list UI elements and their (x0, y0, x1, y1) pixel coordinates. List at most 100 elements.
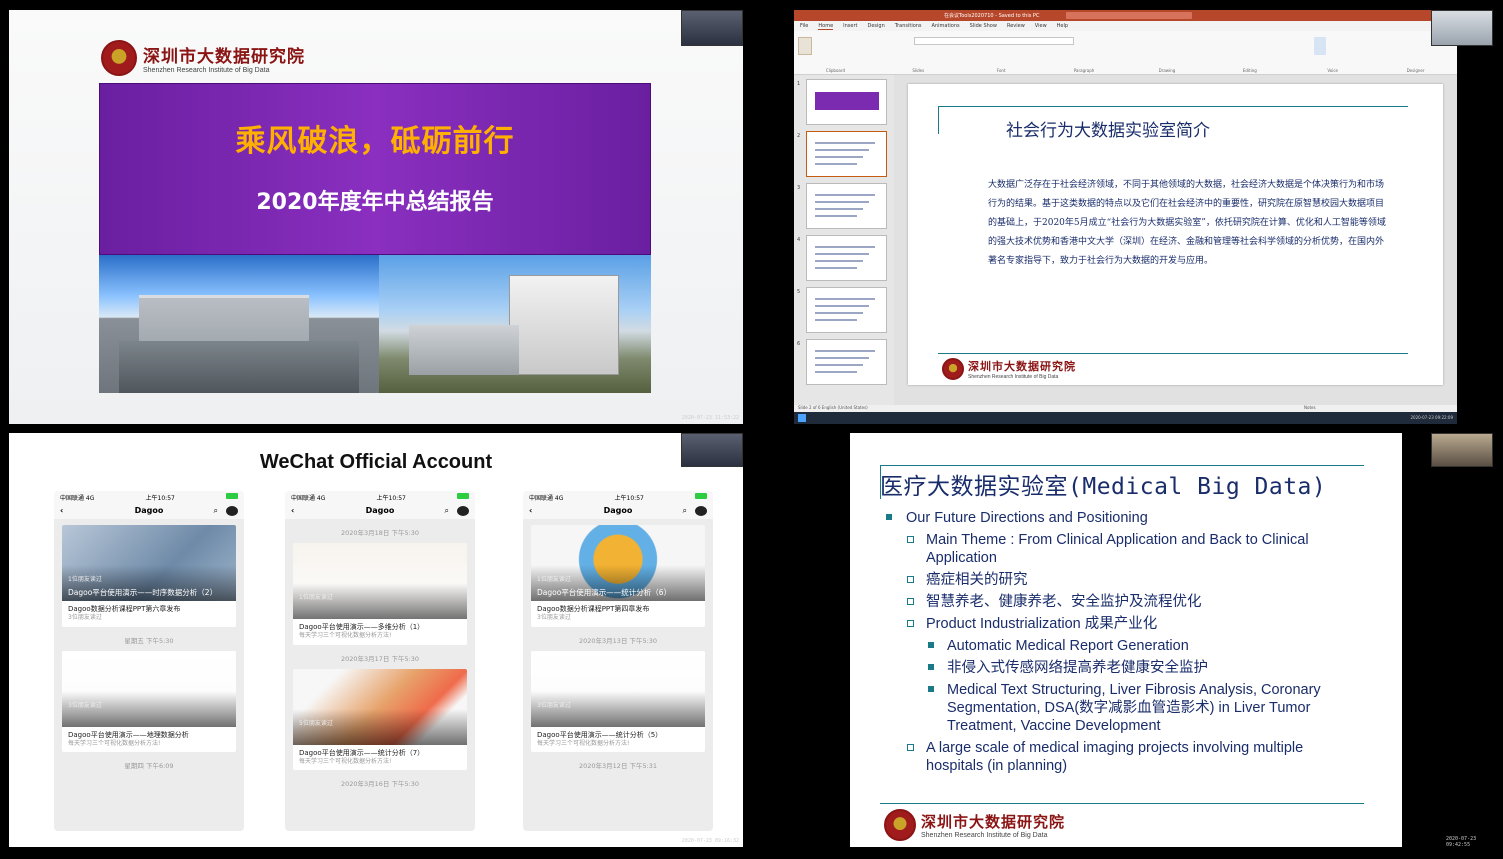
ppt-status-bar: Slide 2 of 6 English (United States) Not… (794, 405, 1457, 412)
timestamp: 2020-07-23 09:22:09 (1410, 415, 1453, 420)
bullet-text: A large scale of medical imaging project… (926, 740, 1304, 774)
ppt-menu-item[interactable]: Transitions (895, 23, 922, 29)
windows-start-icon[interactable] (798, 414, 806, 422)
shared-screen-wechat: WeChat Official Account 中国联通 4G 上午10:57 ‹ D… (9, 433, 743, 847)
current-slide[interactable]: 社会行为大数据实验室简介 大数据广泛存在于社会经济领域，不同于其他领域的大数据，… (908, 84, 1443, 385)
article-card[interactable]: 5位朋友读过 Dagoo平台使用演示——统计分析（7） 每天学习三个可视化数据分析方… (293, 668, 467, 771)
bullet-item: Product Industrialization 成果产业化 (884, 615, 1364, 633)
date-separator: 2020年3月17日 下午5:30 (340, 654, 420, 663)
slide-subtitle: 2020年度年中总结报告 (256, 190, 494, 215)
title-rule (880, 465, 1364, 466)
article-card[interactable]: 1位朋友读过 Dagoo平台使用演示——时序数据分析（2） Dagoo数据分析课程P… (62, 525, 236, 627)
speaker-video-thumbnail[interactable] (1431, 433, 1493, 467)
slide-number: 1 (797, 81, 801, 87)
slide-number: 2 (797, 133, 801, 139)
article-cover-chart: 5位朋友读过 (293, 668, 467, 745)
slide-thumbnail[interactable]: 1 (794, 79, 894, 127)
article-subtitle: 每天学习三个可视化数据分析方法! (299, 757, 392, 765)
slide-body-text: 大数据广泛存在于社会经济领域，不同于其他领域的大数据，社会经济大数据是个体决策行… (988, 180, 1386, 266)
notes-button[interactable]: Notes (1304, 405, 1316, 410)
timestamp: 2020-07-23 11:53:22 (681, 415, 739, 421)
phone-status-bar: 中国联通 4G 上午10:57 (54, 491, 244, 503)
presenter-video-thumbnail[interactable] (1431, 10, 1493, 46)
bullet-text: 智慧养老、健康养老、安全监护及流程优化 (926, 594, 1202, 610)
campus-photo-right (379, 255, 651, 393)
date-separator: 2020年3月16日 下午5:30 (340, 780, 420, 789)
article-card[interactable]: 1位朋友读过 Dagoo平台使用演示——统计分析（6） Dagoo数据分析课程PPT… (531, 525, 705, 627)
campus-photo-left (99, 255, 379, 393)
ribbon-group-labels: Clipboard Slides Font Paragraph Drawing Editi… (794, 68, 1457, 73)
logo-text-cn: 深圳市大数据研究院 (921, 813, 1066, 831)
slide-thumbnail[interactable]: 6 (794, 339, 894, 387)
article-card[interactable]: 1位朋友读过 Dagoo平台使用演示——多维分析（1） 每天学习三个可视化数据分析方… (293, 543, 467, 645)
article-caption: Dagoo平台使用演示——统计分析（6） (537, 588, 672, 597)
slide-editing-canvas: 社会行为大数据实验室简介 大数据广泛存在于社会经济领域，不同于其他领域的大数据，… (894, 75, 1457, 405)
bullet-text: Product Industrialization 成果产业化 (926, 616, 1158, 632)
bullet-item: Automatic Medical Report Generation (884, 637, 1364, 655)
slide-thumbnail-pane: 1 2 3 4 5 6 (794, 75, 894, 405)
date-separator: 2020年3月13日 下午5:30 (578, 636, 658, 645)
article-subtitle: 每天学习三个可视化数据分析方法! (68, 739, 161, 747)
clock-label: 上午10:57 (614, 495, 644, 502)
ppt-menu-item[interactable]: Animations (932, 23, 960, 29)
back-icon[interactable]: ‹ (529, 503, 532, 519)
ppt-ribbon: Clipboard Slides Font Paragraph Drawing Editi… (794, 31, 1457, 75)
article-cover-chart: 3位朋友读过 (62, 650, 236, 727)
back-icon[interactable]: ‹ (60, 503, 63, 519)
account-name: Dagoo (134, 506, 164, 515)
article-card[interactable]: 3位朋友读过 Dagoo平台使用演示——统计分析（5） 每天学习三个可视化数据分析方… (531, 650, 705, 753)
bullet-icon (907, 620, 914, 627)
profile-icon[interactable] (226, 506, 238, 516)
ppt-menu-item[interactable]: Home (818, 23, 834, 30)
article-cover-chart: 1位朋友读过 (293, 543, 467, 619)
search-icon[interactable]: ⌕ (683, 503, 687, 519)
ppt-titlebar: 在会议Tools2020710 - Saved to this PC (794, 10, 1457, 21)
article-subtitle: 每天学习三个可视化数据分析方法! (299, 632, 392, 640)
ppt-menu-item[interactable]: Slide Show (970, 23, 997, 29)
dictate-icon[interactable] (1314, 37, 1326, 55)
carrier-label: 中国联通 4G (60, 495, 95, 502)
ppt-menu-item[interactable]: Review (1007, 23, 1025, 29)
font-name-select[interactable] (914, 37, 1074, 45)
bullet-item: A large scale of medical imaging project… (884, 739, 1364, 775)
ppt-menu-item[interactable]: Insert (843, 23, 857, 29)
profile-icon[interactable] (457, 506, 469, 516)
bullet-text: 非侵入式传感网络提高养老健康安全监护 (947, 660, 1208, 676)
ribbon-group-label: Drawing (1158, 68, 1176, 73)
carrier-label: 中国联通 4G (291, 495, 326, 502)
ribbon-group-label: Editing (1242, 68, 1257, 73)
search-icon[interactable]: ⌕ (214, 503, 218, 519)
paste-icon[interactable] (798, 37, 812, 55)
article-card[interactable]: 3位朋友读过 Dagoo平台使用演示——地理数据分析 每天学习三个可视化数据分析方法… (62, 650, 236, 753)
article-title: Dagoo平台使用演示——统计分析（7） (299, 748, 425, 757)
slide-logo: 深圳市大数据研究院 Shenzhen Research Institute of… (942, 358, 1076, 380)
ppt-menu-item[interactable]: Design (867, 23, 884, 29)
search-icon[interactable]: ⌕ (445, 503, 449, 519)
date-separator: 2020年3月18日 下午5:30 (340, 529, 420, 537)
slide-thumbnail[interactable]: 2 (794, 131, 894, 179)
slide-number: 3 (797, 185, 801, 191)
participant-video-thumbnail[interactable] (681, 433, 743, 467)
wechat-slide-title: WeChat Official Account (259, 451, 493, 473)
institute-logo: 深圳市大数据研究院 Shenzhen Research Institute of… (101, 40, 305, 76)
ppt-menu-item[interactable]: View (1035, 23, 1047, 29)
institute-seal-icon (884, 809, 916, 841)
back-icon[interactable]: ‹ (291, 503, 294, 519)
participant-video-thumbnail[interactable] (681, 10, 743, 46)
bullet-icon (928, 664, 934, 670)
profile-icon[interactable] (695, 506, 707, 516)
bullet-item: 癌症相关的研究 (884, 571, 1364, 589)
ppt-search-box[interactable] (1066, 12, 1192, 19)
slide-thumbnail[interactable]: 5 (794, 287, 894, 335)
slide-thumbnail[interactable]: 4 (794, 235, 894, 283)
bullet-text: Automatic Medical Report Generation (947, 638, 1189, 654)
account-name: Dagoo (603, 506, 633, 515)
ppt-menu-item[interactable]: File (800, 23, 808, 29)
slide-thumbnail[interactable]: 3 (794, 183, 894, 231)
article-cover-chart: 1位朋友读过 Dagoo平台使用演示——统计分析（6） (531, 525, 705, 601)
ppt-menu-item[interactable]: Help (1057, 23, 1068, 29)
bullet-text: Medical Text Structuring, Liver Fibrosis… (947, 682, 1321, 734)
phone-screenshot: 中国联通 4G 上午10:57 ‹ Dagoo ⌕ 1位朋友读过 Dagoo平台使用演示——… (54, 491, 244, 831)
institute-seal-icon (942, 358, 964, 380)
timestamp: 2020-07-23 09:16:32 (681, 838, 739, 844)
